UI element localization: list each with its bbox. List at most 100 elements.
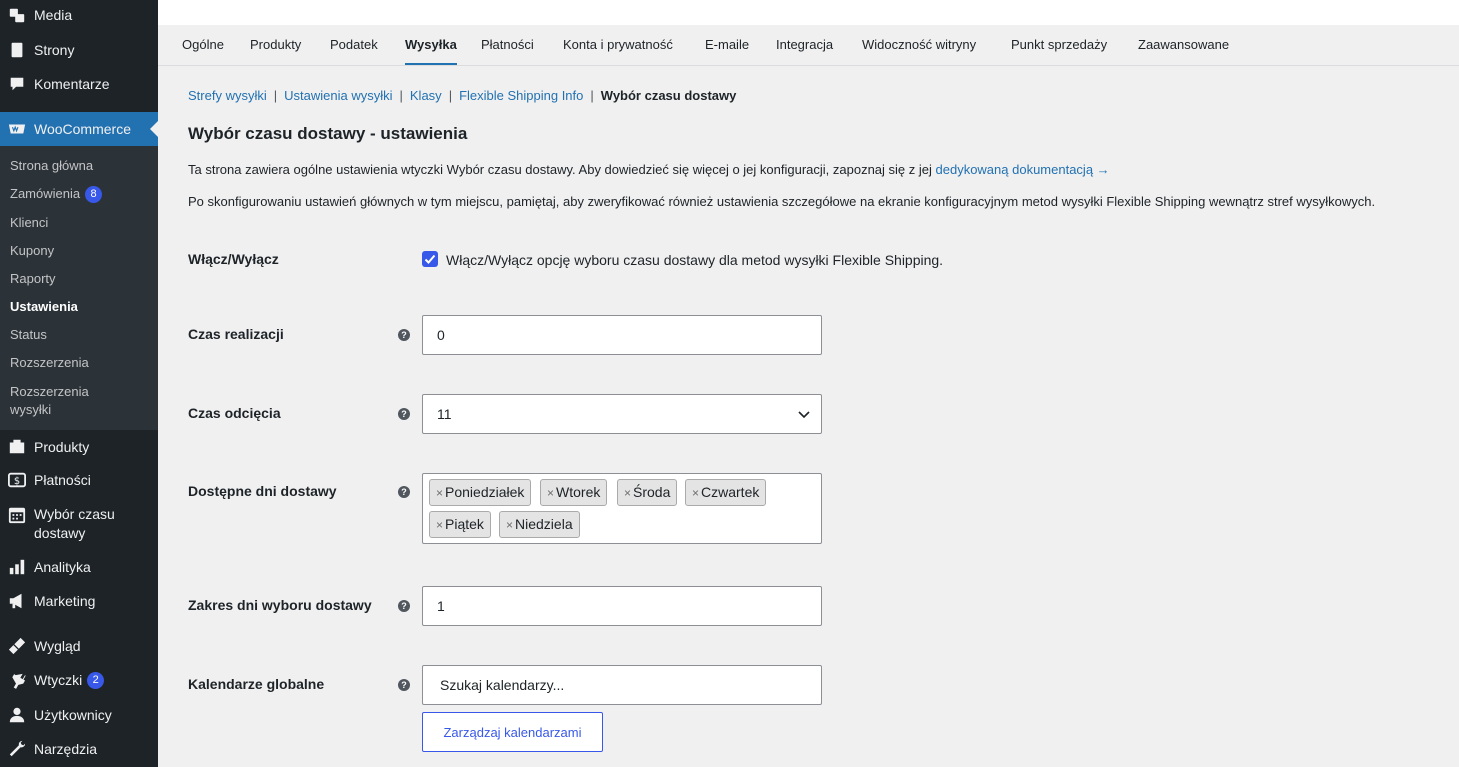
processing-time-label: Czas realizacji (188, 326, 284, 342)
page-description-2: Po skonfigurowaniu ustawień głównych w t… (188, 194, 1376, 209)
menu-item-analytics[interactable]: Analityka (0, 557, 158, 577)
submenu-home[interactable]: Strona główna (10, 157, 93, 175)
cutoff-time-select[interactable]: 11 (422, 394, 822, 434)
day-chip: × Wtorek (540, 479, 608, 506)
subnav-flexible-shipping-info[interactable]: Flexible Shipping Info (459, 88, 583, 103)
menu-item-delivery-time[interactable]: Wybór czasu dostawy (0, 505, 158, 543)
manage-calendars-button[interactable]: Zarządzaj kalendarzami (422, 712, 603, 752)
remove-chip-icon[interactable]: × (436, 486, 443, 500)
help-icon[interactable]: ? (398, 408, 410, 420)
woocommerce-submenu: Strona główna Zamówienia 8 Klienci Kupony… (0, 146, 158, 430)
analytics-icon (7, 557, 27, 577)
delivery-range-input[interactable]: 1 (422, 586, 822, 626)
submenu-shipping-extensions[interactable]: Rozszerzenia wysyłki (10, 383, 110, 419)
tab-general[interactable]: Ogólne (182, 37, 224, 52)
tab-advanced[interactable]: Zaawansowane (1138, 37, 1229, 52)
day-chip: × Środa (617, 479, 678, 506)
day-chip: × Piątek (429, 511, 491, 538)
remove-chip-icon[interactable]: × (506, 518, 513, 532)
settings-tabs: Ogólne Produkty Podatek Wysyłka Płatnośc… (158, 25, 1459, 66)
help-icon[interactable]: ? (398, 679, 410, 691)
submenu-settings[interactable]: Ustawienia (10, 298, 78, 316)
tab-payments[interactable]: Płatności (481, 37, 534, 52)
menu-item-tools[interactable]: Narzędzia (0, 739, 158, 759)
delivery-days-label: Dostępne dni dostawy (188, 483, 337, 499)
menu-item-woocommerce[interactable]: WooCommerce (0, 112, 158, 146)
subnav-separator: | (590, 88, 594, 103)
appearance-icon (7, 636, 27, 656)
remove-chip-icon[interactable]: × (692, 486, 699, 500)
menu-item-comments[interactable]: Komentarze (0, 74, 158, 94)
delivery-range-label: Zakres dni wyboru dostawy (188, 597, 372, 613)
subnav-separator: | (399, 88, 403, 103)
menu-item-payments[interactable]: $ Płatności (0, 470, 158, 490)
menu-item-media[interactable]: Media (0, 5, 158, 25)
documentation-link[interactable]: dedykowaną dokumentacją → (936, 162, 1110, 177)
day-chip: × Niedziela (499, 511, 580, 538)
subnav-current-delivery-time: Wybór czasu dostawy (600, 88, 737, 103)
submenu-orders[interactable]: Zamówienia 8 (10, 185, 103, 203)
comments-icon (7, 74, 27, 94)
remove-chip-icon[interactable]: × (436, 518, 443, 532)
products-icon (7, 437, 27, 457)
pages-icon (7, 40, 27, 60)
tab-emails[interactable]: E-maile (705, 37, 749, 52)
submenu-coupons[interactable]: Kupony (10, 242, 54, 260)
submenu-extensions[interactable]: Rozszerzenia (10, 354, 89, 372)
tab-accounts-privacy[interactable]: Konta i prywatność (563, 37, 673, 52)
day-chip: × Czwartek (685, 479, 767, 506)
day-chip: × Poniedziałek (429, 479, 532, 506)
tab-integration[interactable]: Integracja (776, 37, 833, 52)
page-title: Wybór czasu dostawy - ustawienia (188, 124, 468, 143)
megaphone-icon (7, 591, 27, 611)
remove-chip-icon[interactable]: × (547, 486, 554, 500)
subnav-shipping-zones[interactable]: Strefy wysyłki (188, 88, 267, 103)
menu-item-pages[interactable]: Strony (0, 40, 158, 60)
active-tab-indicator (405, 63, 457, 65)
page-description-1: Ta strona zawiera ogólne ustawienia wtyc… (188, 162, 1110, 177)
submenu-status[interactable]: Status (10, 326, 47, 344)
svg-text:$: $ (14, 476, 20, 487)
subnav-separator: | (273, 88, 278, 103)
calendars-search-input[interactable]: Szukaj kalendarzy... (422, 665, 822, 705)
media-icon (7, 5, 27, 25)
payments-icon: $ (7, 470, 27, 490)
menu-item-appearance[interactable]: Wygląd (0, 636, 158, 656)
orders-count-badge: 8 (85, 186, 103, 203)
menu-item-users[interactable]: Użytkownicy (0, 705, 158, 725)
tools-icon (7, 739, 27, 759)
submenu-reports[interactable]: Raporty (10, 270, 56, 288)
enable-label: Włącz/Wyłącz (188, 251, 279, 267)
admin-sidebar: Media Strony Komentarze WooCommerce Stro… (0, 0, 158, 767)
enable-checkbox[interactable] (422, 251, 438, 267)
help-icon[interactable]: ? (398, 486, 410, 498)
tab-shipping[interactable]: Wysyłka (405, 37, 457, 52)
help-icon[interactable]: ? (398, 329, 410, 341)
tab-products[interactable]: Produkty (250, 37, 301, 52)
plugins-update-badge: 2 (87, 671, 105, 689)
woocommerce-icon (7, 119, 27, 139)
subnav-classes[interactable]: Klasy (410, 88, 442, 103)
subnav-shipping-settings[interactable]: Ustawienia wysyłki (284, 88, 392, 103)
shipping-subnav: Strefy wysyłki | Ustawienia wysyłki | Klasy |… (188, 88, 736, 103)
cutoff-time-label: Czas odcięcia (188, 405, 281, 421)
tab-tax[interactable]: Podatek (330, 37, 378, 52)
help-icon[interactable]: ? (398, 600, 410, 612)
processing-time-input[interactable]: 0 (422, 315, 822, 355)
menu-item-plugins[interactable]: Wtyczki 2 (0, 670, 158, 690)
admin-topbar-area (158, 0, 1459, 25)
users-icon (7, 705, 27, 725)
remove-chip-icon[interactable]: × (624, 486, 631, 500)
delivery-days-multiselect[interactable]: × Poniedziałek × Wtorek × Środa × Czwartek ×… (422, 473, 822, 544)
submenu-customers[interactable]: Klienci (10, 214, 48, 232)
tab-point-of-sale[interactable]: Punkt sprzedaży (1011, 37, 1107, 52)
menu-item-marketing[interactable]: Marketing (0, 591, 158, 611)
plugins-icon (7, 670, 27, 690)
subnav-separator: | (448, 88, 453, 103)
calendar-icon (7, 505, 27, 525)
chevron-down-icon (798, 411, 810, 419)
tab-site-visibility[interactable]: Widoczność witryny (862, 37, 976, 52)
enable-checkbox-label[interactable]: Włącz/Wyłącz opcję wyboru czasu dostawy … (446, 252, 943, 268)
global-calendars-label: Kalendarze globalne (188, 676, 325, 692)
menu-item-products[interactable]: Produkty (0, 437, 158, 457)
